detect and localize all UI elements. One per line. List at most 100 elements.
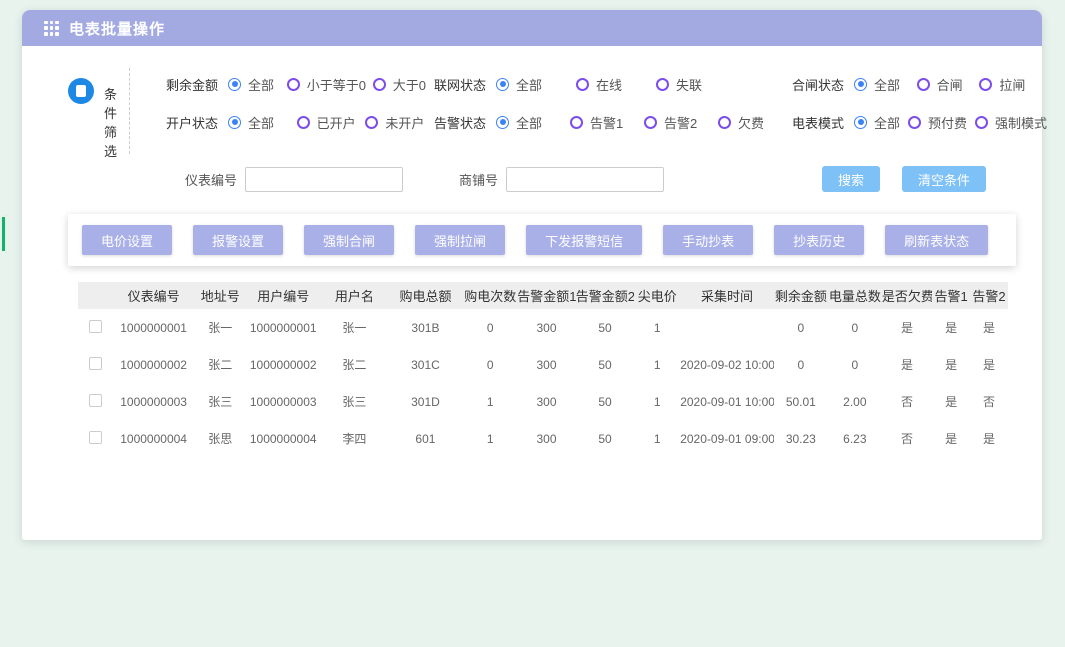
row-checkbox[interactable] <box>89 357 102 370</box>
radio-option[interactable]: 全部 <box>496 75 568 94</box>
col-header-11: 电量总数 <box>828 282 882 309</box>
radio-selected-icon[interactable] <box>228 78 241 91</box>
radio-icon[interactable] <box>656 78 669 91</box>
radio-option[interactable]: 全部 <box>228 75 279 94</box>
radio-option[interactable]: 强制模式 <box>975 113 1039 132</box>
grid-menu-icon[interactable] <box>44 21 59 36</box>
col-header-10: 剩余金额 <box>774 282 828 309</box>
radio-option[interactable]: 未开户 <box>365 113 426 132</box>
filter-column: 剩余金额全部小于等于0大于0开户状态全部已开户未开户 <box>166 72 434 160</box>
row-checkbox[interactable] <box>89 431 102 444</box>
action-button-7[interactable]: 刷新表状态 <box>885 225 988 255</box>
radio-selected-icon[interactable] <box>496 78 509 91</box>
action-button-4[interactable]: 下发报警短信 <box>526 225 642 255</box>
cell: 2020-09-01 09:00 <box>680 420 774 457</box>
cell: 是 <box>932 420 970 457</box>
filter-group-label: 合闸状态 <box>792 75 844 94</box>
row-checkbox[interactable] <box>89 320 102 333</box>
filter-inputs-row: 仪表编号 商铺号 搜索 清空条件 <box>22 160 1042 206</box>
action-button-1[interactable]: 报警设置 <box>193 225 283 255</box>
radio-icon[interactable] <box>979 78 992 91</box>
cell: 是 <box>970 420 1008 457</box>
main-panel: 电表批量操作 条件筛选 剩余金额全部小于等于0大于0开户状态全部已开户未开户联网… <box>22 10 1042 540</box>
cell: 1 <box>634 346 680 383</box>
action-button-3[interactable]: 强制拉闸 <box>415 225 505 255</box>
cell: 否 <box>882 383 932 420</box>
radio-option[interactable]: 全部 <box>228 113 289 132</box>
radio-option[interactable]: 预付费 <box>908 113 967 132</box>
radio-option[interactable]: 告警1 <box>570 113 636 132</box>
col-header-12: 是否欠费 <box>882 282 932 309</box>
radio-option[interactable]: 失联 <box>656 75 728 94</box>
radio-selected-icon[interactable] <box>228 116 241 129</box>
col-header-1: 地址号 <box>195 282 245 309</box>
select-all-header <box>78 282 112 309</box>
radio-icon[interactable] <box>718 116 731 129</box>
cell: 李四 <box>321 420 388 457</box>
radio-icon[interactable] <box>373 78 386 91</box>
filter-panel-label: 条件筛选 <box>104 78 129 160</box>
meter-number-input[interactable] <box>245 167 403 192</box>
radio-option[interactable]: 全部 <box>854 113 900 132</box>
radio-option-label: 全部 <box>516 75 542 94</box>
radio-option-label: 合闸 <box>937 75 963 94</box>
radio-icon[interactable] <box>287 78 300 91</box>
radio-option-label: 全部 <box>248 113 274 132</box>
clear-conditions-button[interactable]: 清空条件 <box>902 166 986 192</box>
cell: 2.00 <box>828 383 882 420</box>
radio-option[interactable]: 欠费 <box>718 113 784 132</box>
radio-selected-icon[interactable] <box>854 116 867 129</box>
cell: 否 <box>970 383 1008 420</box>
radio-option[interactable]: 全部 <box>496 113 562 132</box>
radio-option[interactable]: 告警2 <box>644 113 710 132</box>
radio-option[interactable]: 已开户 <box>297 113 358 132</box>
cell: 1 <box>634 420 680 457</box>
filter-column: 合闸状态全部合闸拉闸电表模式全部预付费强制模式 <box>792 72 1042 160</box>
row-checkbox[interactable] <box>89 394 102 407</box>
radio-option-label: 失联 <box>676 75 702 94</box>
action-button-2[interactable]: 强制合闸 <box>304 225 394 255</box>
table-row: 1000000001张一1000000001张一301B030050100是是是 <box>78 309 1008 346</box>
radio-option[interactable]: 小于等于0 <box>287 75 365 94</box>
cell: 1000000002 <box>112 346 195 383</box>
radio-icon[interactable] <box>917 78 930 91</box>
radio-icon[interactable] <box>908 116 921 129</box>
cell: 1000000001 <box>112 309 195 346</box>
radio-option[interactable]: 全部 <box>854 75 909 94</box>
radio-icon[interactable] <box>576 78 589 91</box>
filter-group-0: 剩余金额全部小于等于0大于0 <box>166 72 434 96</box>
action-button-6[interactable]: 抄表历史 <box>774 225 864 255</box>
radio-icon[interactable] <box>297 116 310 129</box>
cell: 301C <box>388 346 464 383</box>
cell: 50.01 <box>774 383 828 420</box>
cell: 1 <box>634 383 680 420</box>
cell: 张一 <box>195 309 245 346</box>
cell: 1000000001 <box>245 309 321 346</box>
action-button-5[interactable]: 手动抄表 <box>663 225 753 255</box>
radio-option[interactable]: 拉闸 <box>979 75 1034 94</box>
radio-selected-icon[interactable] <box>854 78 867 91</box>
action-button-0[interactable]: 电价设置 <box>82 225 172 255</box>
filter-group-2: 合闸状态全部 合闸拉闸 <box>792 72 1042 96</box>
search-button[interactable]: 搜索 <box>822 166 880 192</box>
filter-group-label: 开户状态 <box>166 113 218 132</box>
radio-icon[interactable] <box>570 116 583 129</box>
radio-option[interactable]: 合闸 <box>917 75 972 94</box>
cell: 1 <box>463 420 517 457</box>
radio-icon[interactable] <box>365 116 378 129</box>
table-header-row: 仪表编号地址号用户编号用户名购电总额购电次数告警金额1告警金额2尖电价采集时间剩… <box>78 282 1008 309</box>
radio-selected-icon[interactable] <box>496 116 509 129</box>
radio-option[interactable]: 在线 <box>576 75 648 94</box>
col-header-3: 用户名 <box>321 282 388 309</box>
col-header-5: 购电次数 <box>463 282 517 309</box>
cell: 张三 <box>321 383 388 420</box>
radio-option[interactable]: 大于0 <box>373 75 426 94</box>
cell: 30.23 <box>774 420 828 457</box>
radio-icon[interactable] <box>644 116 657 129</box>
cell: 300 <box>517 346 576 383</box>
cell: 300 <box>517 383 576 420</box>
radio-icon[interactable] <box>975 116 988 129</box>
shop-number-input[interactable] <box>506 167 664 192</box>
checkbox-cell <box>78 383 112 420</box>
sidebar-handle[interactable] <box>0 215 7 253</box>
